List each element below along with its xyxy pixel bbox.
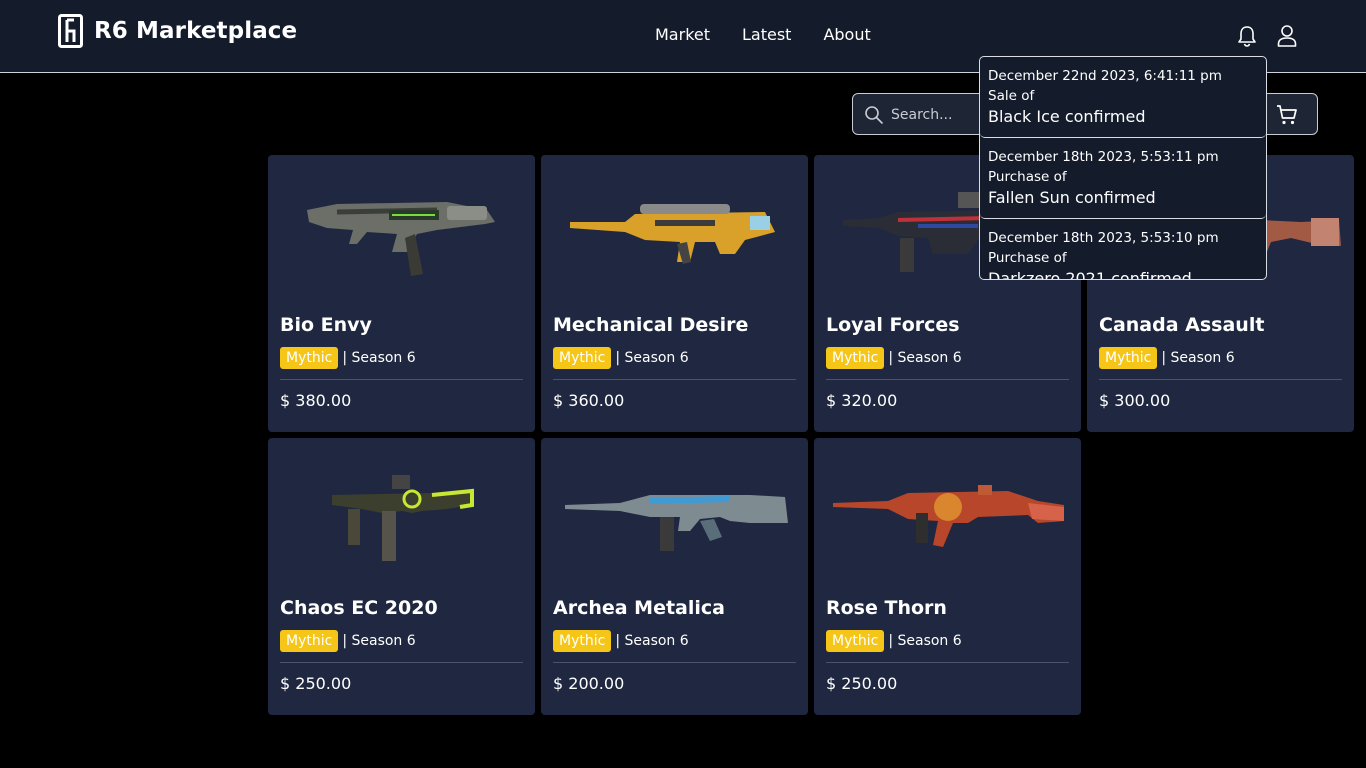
notification-message: Fallen Sun confirmed bbox=[988, 188, 1156, 207]
product-price: $ 200.00 bbox=[553, 674, 625, 693]
rarity-badge: Mythic bbox=[280, 630, 339, 652]
notification-date: December 22nd 2023, 6:41:11 pm bbox=[988, 68, 1222, 84]
product-card[interactable]: Archea Metalica Mythic | Season 6 $ 200.… bbox=[541, 438, 808, 715]
card-divider bbox=[1099, 379, 1342, 380]
card-divider bbox=[280, 662, 523, 663]
notification-message: Black Ice confirmed bbox=[988, 107, 1146, 126]
weapon-icon bbox=[306, 202, 495, 276]
rarity-badge: Mythic bbox=[826, 630, 885, 652]
user-icon[interactable] bbox=[1276, 24, 1298, 48]
season-label: | Season 6 bbox=[342, 633, 416, 649]
product-card[interactable]: Mechanical Desire Mythic | Season 6 $ 36… bbox=[541, 155, 808, 432]
notification-item[interactable]: December 18th 2023, 5:53:10 pm Purchase … bbox=[980, 219, 1266, 280]
notification-item[interactable]: December 22nd 2023, 6:41:11 pm Sale of B… bbox=[980, 57, 1266, 138]
product-meta: Mythic | Season 6 bbox=[553, 630, 689, 652]
product-price: $ 320.00 bbox=[826, 391, 898, 410]
weapon-image bbox=[553, 450, 796, 580]
notification-item[interactable]: December 18th 2023, 5:53:11 pm Purchase … bbox=[980, 138, 1266, 219]
bell-icon[interactable] bbox=[1236, 24, 1258, 48]
weapon-icon bbox=[564, 495, 788, 551]
notifications-dropdown[interactable]: December 22nd 2023, 6:41:11 pm Sale of B… bbox=[979, 56, 1267, 280]
product-price: $ 360.00 bbox=[553, 391, 625, 410]
notification-type: Purchase of bbox=[988, 250, 1067, 266]
rarity-badge: Mythic bbox=[280, 347, 339, 369]
weapon-image bbox=[280, 450, 523, 580]
product-name: Rose Thorn bbox=[826, 597, 947, 619]
product-meta: Mythic | Season 6 bbox=[553, 347, 689, 369]
notification-type: Sale of bbox=[988, 88, 1035, 104]
product-card[interactable]: Rose Thorn Mythic | Season 6 $ 250.00 bbox=[814, 438, 1081, 715]
main-nav: Market Latest About bbox=[655, 25, 903, 44]
product-meta: Mythic | Season 6 bbox=[280, 630, 416, 652]
r6-logo-icon bbox=[58, 14, 83, 48]
brand-name: R6 Marketplace bbox=[94, 18, 298, 44]
season-label: | Season 6 bbox=[615, 633, 689, 649]
season-label: | Season 6 bbox=[342, 350, 416, 366]
weapon-image bbox=[280, 167, 523, 297]
product-price: $ 250.00 bbox=[826, 674, 898, 693]
rarity-badge: Mythic bbox=[826, 347, 885, 369]
product-price: $ 380.00 bbox=[280, 391, 352, 410]
notification-message: Darkzero 2021 confirmed bbox=[988, 269, 1192, 280]
nav-latest[interactable]: Latest bbox=[742, 25, 791, 44]
card-divider bbox=[553, 379, 796, 380]
weapon-image bbox=[826, 450, 1069, 580]
product-name: Loyal Forces bbox=[826, 314, 960, 336]
product-meta: Mythic | Season 6 bbox=[826, 347, 962, 369]
product-name: Archea Metalica bbox=[553, 597, 725, 619]
weapon-icon bbox=[569, 204, 775, 264]
product-meta: Mythic | Season 6 bbox=[280, 347, 416, 369]
card-divider bbox=[280, 379, 523, 380]
product-card[interactable]: Bio Envy Mythic | Season 6 $ 380.00 bbox=[268, 155, 535, 432]
product-price: $ 250.00 bbox=[280, 674, 352, 693]
weapon-image bbox=[553, 167, 796, 297]
nav-market[interactable]: Market bbox=[655, 25, 710, 44]
rarity-badge: Mythic bbox=[553, 630, 612, 652]
nav-about[interactable]: About bbox=[823, 25, 870, 44]
notification-type: Purchase of bbox=[988, 169, 1067, 185]
card-divider bbox=[826, 379, 1069, 380]
weapon-icon bbox=[832, 485, 1064, 547]
notification-date: December 18th 2023, 5:53:10 pm bbox=[988, 230, 1219, 246]
product-card[interactable]: Chaos EC 2020 Mythic | Season 6 $ 250.00 bbox=[268, 438, 535, 715]
product-name: Mechanical Desire bbox=[553, 314, 749, 336]
product-name: Chaos EC 2020 bbox=[280, 597, 438, 619]
brand[interactable]: R6 Marketplace bbox=[58, 14, 297, 48]
search-icon bbox=[865, 106, 883, 124]
season-label: | Season 6 bbox=[888, 350, 962, 366]
product-meta: Mythic | Season 6 bbox=[1099, 347, 1235, 369]
rarity-badge: Mythic bbox=[1099, 347, 1158, 369]
weapon-icon bbox=[331, 475, 474, 561]
product-name: Bio Envy bbox=[280, 314, 372, 336]
season-label: | Season 6 bbox=[1161, 350, 1235, 366]
cart-icon[interactable] bbox=[1275, 103, 1299, 127]
product-price: $ 300.00 bbox=[1099, 391, 1171, 410]
season-label: | Season 6 bbox=[615, 350, 689, 366]
rarity-badge: Mythic bbox=[553, 347, 612, 369]
product-meta: Mythic | Season 6 bbox=[826, 630, 962, 652]
card-divider bbox=[826, 662, 1069, 663]
product-name: Canada Assault bbox=[1099, 314, 1265, 336]
notification-date: December 18th 2023, 5:53:11 pm bbox=[988, 149, 1219, 165]
season-label: | Season 6 bbox=[888, 633, 962, 649]
card-divider bbox=[553, 662, 796, 663]
